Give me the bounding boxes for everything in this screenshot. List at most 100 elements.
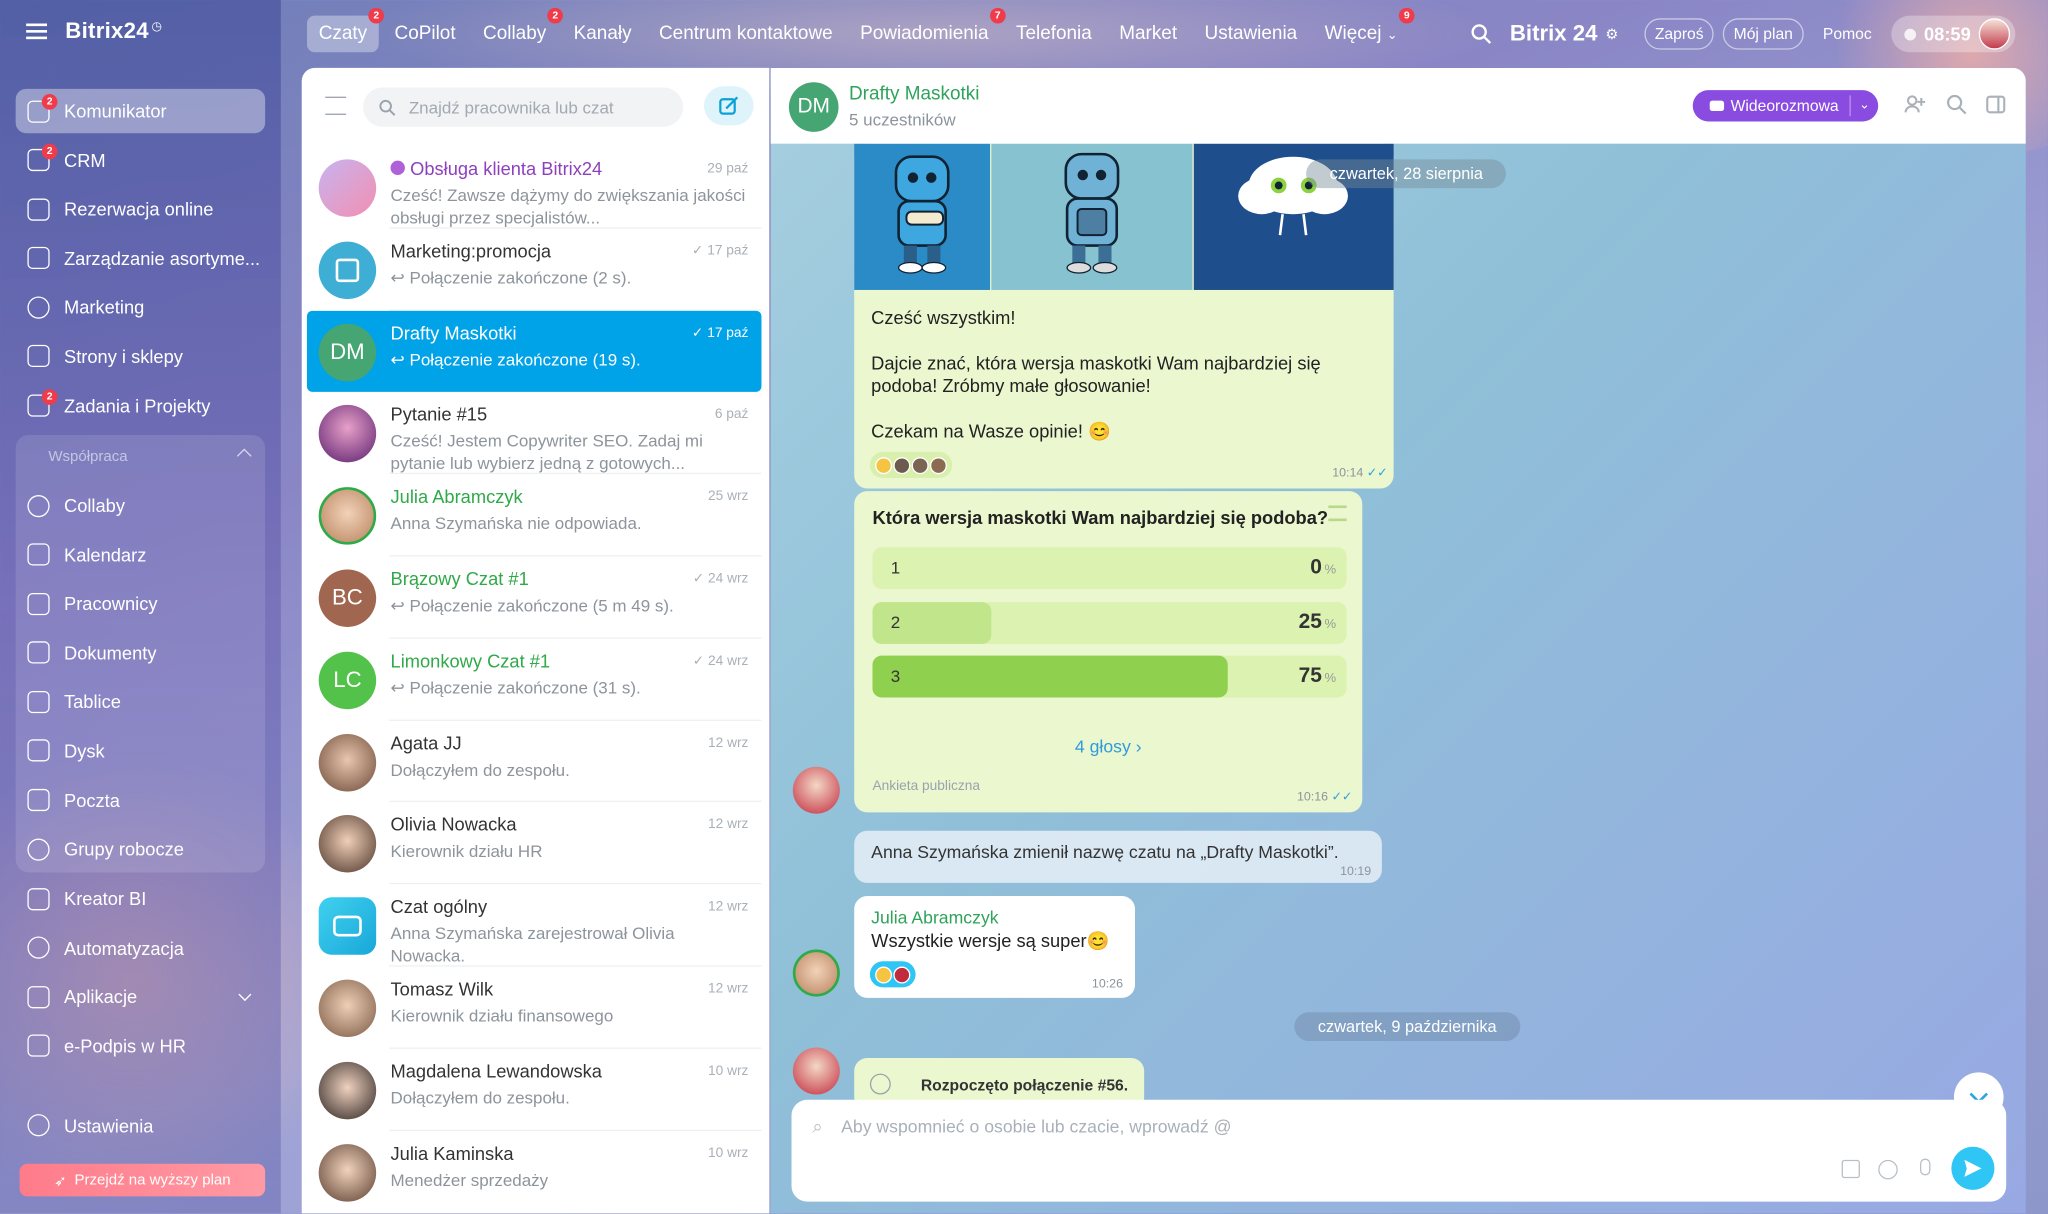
tab-kanaly[interactable]: Kanały — [562, 16, 643, 53]
sidebar-item-aplikacje[interactable]: Aplikacje — [16, 975, 265, 1019]
sidebar-item-sklepy[interactable]: Strony i sklepy — [16, 334, 265, 378]
sender-avatar[interactable] — [792, 766, 840, 814]
sliders-icon[interactable]: ⚙ — [1605, 25, 1618, 43]
add-user-icon[interactable] — [1904, 94, 1926, 115]
sidebar-item-epodpis[interactable]: e-Podpis w HR — [16, 1024, 265, 1068]
chat-row[interactable]: Julia Abramczyk 25 wrz Anna Szymańska ni… — [307, 474, 762, 557]
tab-wiecej[interactable]: Więcej ⌄ 9 — [1313, 7, 1415, 53]
mascot-image-1[interactable] — [854, 143, 991, 290]
chat-row[interactable]: Agata JJ 12 wrz Dołączyłem do zespołu. — [307, 720, 762, 803]
date-separator: czwartek, 28 sierpnia — [1306, 159, 1507, 189]
apps-grid-icon[interactable] — [1841, 1159, 1860, 1179]
chat-preview: Menedżer sprzedaży — [390, 1169, 549, 1190]
sidebar-panel-icon[interactable] — [1985, 94, 2006, 115]
search-input[interactable]: Znajdź pracownika lub czat — [363, 87, 684, 127]
sidebar-item-tablice[interactable]: Tablice — [16, 680, 265, 724]
invite-button[interactable]: Zaproś — [1644, 18, 1715, 50]
sidebar-item-komunikator[interactable]: 2 Komunikator — [15, 88, 266, 134]
sidebar-item-grupy[interactable]: Grupy robocze — [16, 827, 265, 871]
sidebar-item-poczta[interactable]: Poczta — [16, 778, 265, 822]
reactions[interactable] — [869, 451, 953, 479]
sidebar-item-dokumenty[interactable]: Dokumenty — [16, 631, 265, 675]
tab-collaby[interactable]: Collaby 2 — [471, 7, 564, 53]
sidebar-item-label: Zadania i Projekty — [63, 395, 211, 417]
message-area[interactable]: Cześć wszystkim! Dajcie znać, która wers… — [771, 143, 2026, 1122]
new-chat-button[interactable] — [703, 86, 754, 126]
chat-title: Czat ogólny — [390, 896, 488, 918]
my-plan-button[interactable]: Mój plan — [1723, 18, 1804, 50]
sidebar-item-dysk[interactable]: Dysk — [16, 729, 265, 773]
app-logo[interactable]: Bitrix24 — [65, 18, 149, 44]
message-bubble[interactable]: Cześć wszystkim! Dajcie znać, która wers… — [854, 143, 1394, 489]
smile-icon[interactable] — [1878, 1159, 1898, 1180]
chat-avatar[interactable]: DM — [788, 82, 839, 132]
message-time-text: 10:16 — [1296, 790, 1329, 805]
upgrade-plan-button[interactable]: ➶ Przejdź na wyższy plan — [19, 1163, 266, 1197]
tab-czaty[interactable]: Czaty 2 — [306, 7, 385, 53]
tab-ustawienia[interactable]: Ustawienia — [1193, 16, 1309, 53]
sidebar-item-kalendarz[interactable]: Kalendarz — [16, 532, 265, 576]
sidebar-item-marketing[interactable]: Marketing — [16, 285, 265, 329]
video-call-button[interactable]: Wideorozmowa ⌄ — [1692, 90, 1879, 122]
chat-row[interactable]: Magdalena Lewandowska 10 wrz Dołączyłem … — [307, 1049, 762, 1131]
chat-row-selected[interactable]: DM Drafty Maskotki ✓ 17 paź ↩ Połączenie… — [306, 310, 762, 393]
sidebar-item-label: Zarządzanie asortyme... — [63, 247, 261, 269]
chat-members[interactable]: 5 uczestników — [849, 110, 956, 130]
sidebar-item-collaby[interactable]: Collaby — [16, 483, 265, 527]
chat-row[interactable]: Pytanie #15 6 paź Cześć! Jestem Copywrit… — [307, 392, 762, 475]
tab-powiadomienia[interactable]: Powiadomienia 7 — [848, 7, 1006, 53]
tab-copilot[interactable]: CoPilot — [383, 16, 468, 53]
filter-icon[interactable] — [325, 96, 347, 115]
poll-message[interactable]: Która wersja maskotki Wam najbardziej si… — [854, 491, 1363, 813]
chat-row[interactable]: Czat ogólny 12 wrz Anna Szymańska zareje… — [307, 884, 762, 967]
tab-telefonia[interactable]: Telefonia — [1004, 16, 1103, 53]
mascot-image-2[interactable] — [991, 143, 1193, 290]
avatar[interactable] — [1978, 18, 2010, 50]
chat-title[interactable]: Drafty Maskotki — [849, 84, 980, 105]
work-time-clock[interactable]: 08:59 — [1891, 15, 2016, 53]
sender-avatar[interactable] — [792, 949, 840, 997]
sidebar-item-zadania[interactable]: 2 Zadania i Projekty — [16, 383, 265, 427]
poll-option-2[interactable]: 2 25% — [872, 602, 1347, 644]
message-author[interactable]: Julia Abramczyk — [871, 908, 998, 928]
chat-row[interactable]: LC Limonkowy Czat #1 ✓ 24 wrz ↩ Połączen… — [307, 638, 762, 721]
chat-preview: ↩ Połączenie zakończone (31 s). — [391, 676, 751, 698]
microphone-icon[interactable] — [1919, 1158, 1931, 1176]
sidebar-group-label[interactable]: Współpraca — [48, 449, 127, 465]
chevron-down-icon: ⌄ — [1386, 28, 1398, 44]
chat-row[interactable]: BC Brązowy Czat #1 ✓ 24 wrz ↩ Połączenie… — [307, 556, 762, 639]
message-bubble[interactable]: Julia Abramczyk Wszystkie wersje są supe… — [854, 895, 1136, 998]
send-button[interactable] — [1951, 1146, 1995, 1190]
menu-icon[interactable] — [26, 23, 48, 40]
chat-title: Limonkowy Czat #1 — [390, 650, 551, 672]
chat-row[interactable]: Tomasz Wilk 12 wrz Kierownik działu fina… — [307, 966, 762, 1049]
tab-centrum-kontaktowe[interactable]: Centrum kontaktowe — [647, 16, 844, 53]
chat-row[interactable]: Olivia Nowacka 12 wrz Kierownik działu H… — [307, 802, 762, 885]
sidebar-settings[interactable]: Ustawienia — [27, 1114, 153, 1137]
chevron-down-icon[interactable]: ⌄ — [1849, 95, 1878, 117]
chat-row[interactable]: Obsługa klienta Bitrix24 29 paź Cześć! Z… — [307, 146, 762, 229]
chevron-down-icon[interactable] — [238, 988, 252, 1002]
poll-votes-link[interactable]: 4 głosy › — [854, 737, 1362, 757]
sidebar-item-asortyment[interactable]: Zarządzanie asortyme... — [16, 236, 265, 280]
paperclip-icon[interactable]: ⌕ — [812, 1115, 822, 1137]
message-composer[interactable]: ⌕ Aby wspomnieć o osobie lub czacie, wpr… — [791, 1099, 2007, 1202]
sidebar-item-crm[interactable]: 2 CRM — [16, 138, 265, 182]
sidebar-item-pracownicy[interactable]: Pracownicy — [16, 581, 265, 625]
search-icon[interactable] — [1946, 94, 1967, 115]
clock-icon — [1904, 28, 1917, 40]
poll-menu-icon[interactable] — [1328, 505, 1347, 522]
reactions[interactable] — [869, 961, 916, 988]
sidebar-item-automatyzacja[interactable]: Automatyzacja — [16, 926, 265, 970]
chat-row[interactable]: Julia Kaminska 10 wrz Menedżer sprzedaży — [307, 1131, 762, 1213]
call-ended-icon: ↩ — [390, 595, 410, 616]
chat-row[interactable]: Marketing:promocja ✓ 17 paź ↩ Połączenie… — [307, 228, 762, 311]
poll-option-1[interactable]: 1 0% — [872, 547, 1347, 590]
sidebar-item-kreator-bi[interactable]: Kreator BI — [16, 876, 265, 920]
tab-market[interactable]: Market — [1107, 16, 1188, 53]
help-button[interactable]: Pomoc — [1812, 18, 1882, 49]
sender-avatar[interactable] — [792, 1047, 840, 1095]
poll-option-3[interactable]: 3 75% — [872, 655, 1347, 698]
sidebar-item-rezerwacja[interactable]: Rezerwacja online — [16, 187, 265, 231]
search-icon[interactable] — [1471, 24, 1492, 45]
